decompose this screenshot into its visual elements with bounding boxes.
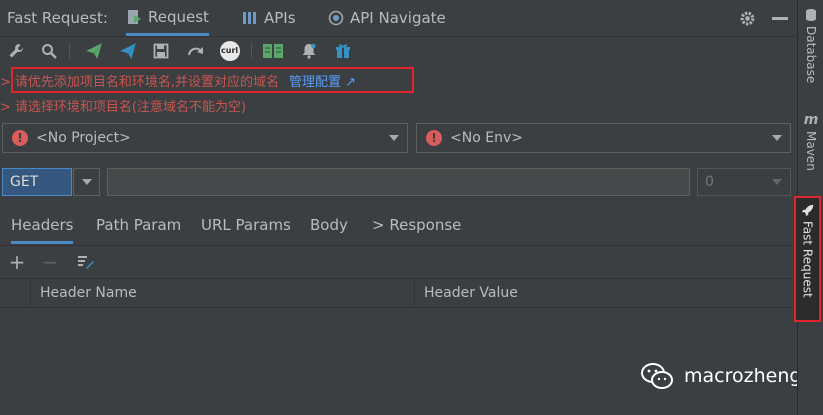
tab-url-params[interactable]: URL Params [201, 216, 291, 234]
maven-icon: m [803, 112, 819, 128]
redo-icon[interactable] [186, 41, 206, 61]
chevron-down-icon [772, 179, 782, 185]
method-dropdown-button[interactable] [73, 168, 100, 196]
navigate-icon [328, 10, 344, 26]
tab-response[interactable]: > Response [372, 216, 461, 234]
warning-arrow: > [0, 100, 11, 115]
send-green-icon[interactable] [84, 41, 104, 61]
method-select[interactable]: GET [2, 168, 72, 196]
rocket-icon [801, 204, 814, 217]
tab-path-param[interactable]: Path Param [96, 216, 181, 234]
database-icon [806, 9, 816, 21]
tab-request[interactable]: Request [126, 0, 209, 36]
tab-api-navigate[interactable]: API Navigate [328, 0, 446, 36]
error-icon: ! [12, 130, 28, 146]
url-input[interactable] [107, 168, 690, 196]
column-divider [30, 279, 31, 307]
chevron-down-icon [389, 135, 399, 141]
book-icon[interactable] [262, 41, 284, 61]
batch-edit-icon[interactable] [76, 252, 96, 272]
highlight-box [11, 67, 414, 93]
rail-label: Fast Request [800, 221, 815, 298]
tab-label: Request [148, 7, 209, 26]
gear-icon[interactable] [739, 10, 756, 27]
toolbar-divider [251, 43, 252, 59]
watermark: macrozheng [640, 362, 801, 390]
project-select[interactable]: ! <No Project> [2, 123, 408, 153]
search-icon[interactable] [39, 41, 59, 61]
tab-apis[interactable]: APIs [242, 0, 296, 36]
main-panel: Fast Request: Request APIs API Navigate [0, 0, 801, 415]
rail-label: Database [804, 26, 818, 84]
curl-icon[interactable]: curl [219, 41, 241, 61]
add-row-button[interactable]: + [7, 250, 27, 274]
request-icon [128, 9, 141, 24]
save-icon[interactable] [151, 41, 171, 61]
tab-label: APIs [264, 9, 296, 27]
wrench-icon[interactable] [6, 41, 26, 61]
column-divider [414, 279, 415, 307]
tab-body[interactable]: Body [310, 216, 348, 234]
select-warning: > 请选择环境和项目名(注意域名不能为空) [0, 96, 246, 115]
wechat-icon [641, 363, 673, 389]
rail-maven[interactable]: m Maven [798, 113, 823, 171]
rail-fast-request[interactable]: Fast Request [794, 196, 821, 322]
rail-database[interactable]: Database [798, 8, 823, 83]
tool-window-header: Fast Request: Request APIs API Navigate [0, 0, 797, 37]
remove-row-button[interactable]: − [40, 250, 60, 274]
column-header-name[interactable]: Header Name [40, 285, 137, 301]
minimize-icon[interactable] [772, 17, 788, 20]
env-select-value: <No Env> [450, 130, 523, 146]
tab-label: API Navigate [350, 9, 446, 27]
number-select-value: 0 [705, 174, 714, 190]
number-select[interactable]: 0 [697, 168, 791, 196]
tab-headers[interactable]: Headers [11, 216, 74, 244]
column-header-value[interactable]: Header Value [424, 285, 518, 301]
send-blue-icon[interactable] [118, 41, 138, 61]
project-select-value: <No Project> [36, 130, 131, 146]
main-toolbar: curl [0, 37, 797, 65]
app-title: Fast Request: [7, 9, 108, 27]
headers-table-header: Header Name Header Value [0, 278, 797, 308]
gift-icon[interactable] [333, 41, 353, 61]
select-warning-text: 请选择环境和项目名(注意域名不能为空) [14, 100, 247, 115]
error-icon: ! [426, 130, 442, 146]
warning-arrow: > [0, 75, 11, 90]
toolbar-divider [69, 43, 70, 59]
bars-icon [243, 12, 256, 24]
param-tabs: Headers Path Param URL Params Body > Res… [0, 207, 797, 246]
rail-label: Maven [804, 131, 818, 171]
env-select[interactable]: ! <No Env> [416, 123, 791, 153]
chevron-down-icon [772, 135, 782, 141]
chevron-down-icon [81, 179, 92, 185]
bell-icon[interactable] [299, 41, 319, 61]
watermark-text: macrozheng [684, 365, 802, 387]
curl-label: curl [221, 46, 239, 55]
